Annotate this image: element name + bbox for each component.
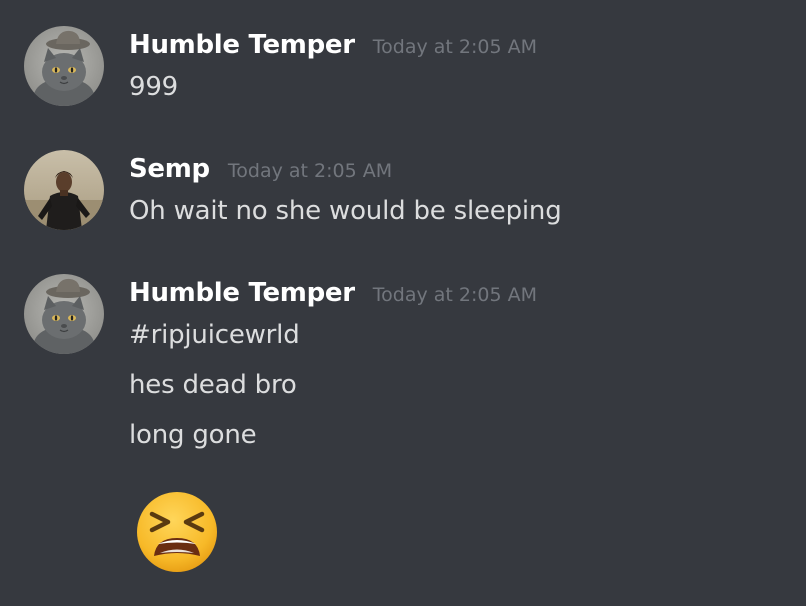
username[interactable]: Humble Temper <box>129 30 355 60</box>
chat-messages: Humble Temper Today at 2:05 AM 999 Semp … <box>0 0 806 606</box>
message-header: Humble Temper Today at 2:05 AM <box>129 30 537 70</box>
person-avatar[interactable] <box>24 150 104 230</box>
message-group: Humble Temper Today at 2:05 AM 999 <box>0 26 806 116</box>
message-group: Humble Temper Today at 2:05 AM #ripjuice… <box>0 274 806 594</box>
message-text: hes dead bro <box>129 370 297 400</box>
username[interactable]: Humble Temper <box>129 278 355 308</box>
message-text: 999 <box>129 72 179 102</box>
tired-face-icon <box>137 492 217 572</box>
message-group: Semp Today at 2:05 AM Oh wait no she wou… <box>0 150 806 240</box>
message-text: long gone <box>129 420 257 450</box>
message-header: Humble Temper Today at 2:05 AM <box>129 278 537 318</box>
cat-avatar-icon <box>24 26 104 106</box>
message-text: #ripjuicewrld <box>129 320 300 350</box>
message-text: Oh wait no she would be sleeping <box>129 196 562 226</box>
message-header: Semp Today at 2:05 AM <box>129 154 392 194</box>
cat-avatar[interactable] <box>24 274 104 354</box>
cat-avatar-icon <box>24 274 104 354</box>
cat-avatar[interactable] <box>24 26 104 106</box>
person-avatar-icon <box>24 150 104 230</box>
username[interactable]: Semp <box>129 154 210 184</box>
timestamp: Today at 2:05 AM <box>372 284 537 306</box>
timestamp: Today at 2:05 AM <box>227 160 393 182</box>
timestamp: Today at 2:05 AM <box>372 36 537 58</box>
tired-face-emoji <box>132 492 222 572</box>
